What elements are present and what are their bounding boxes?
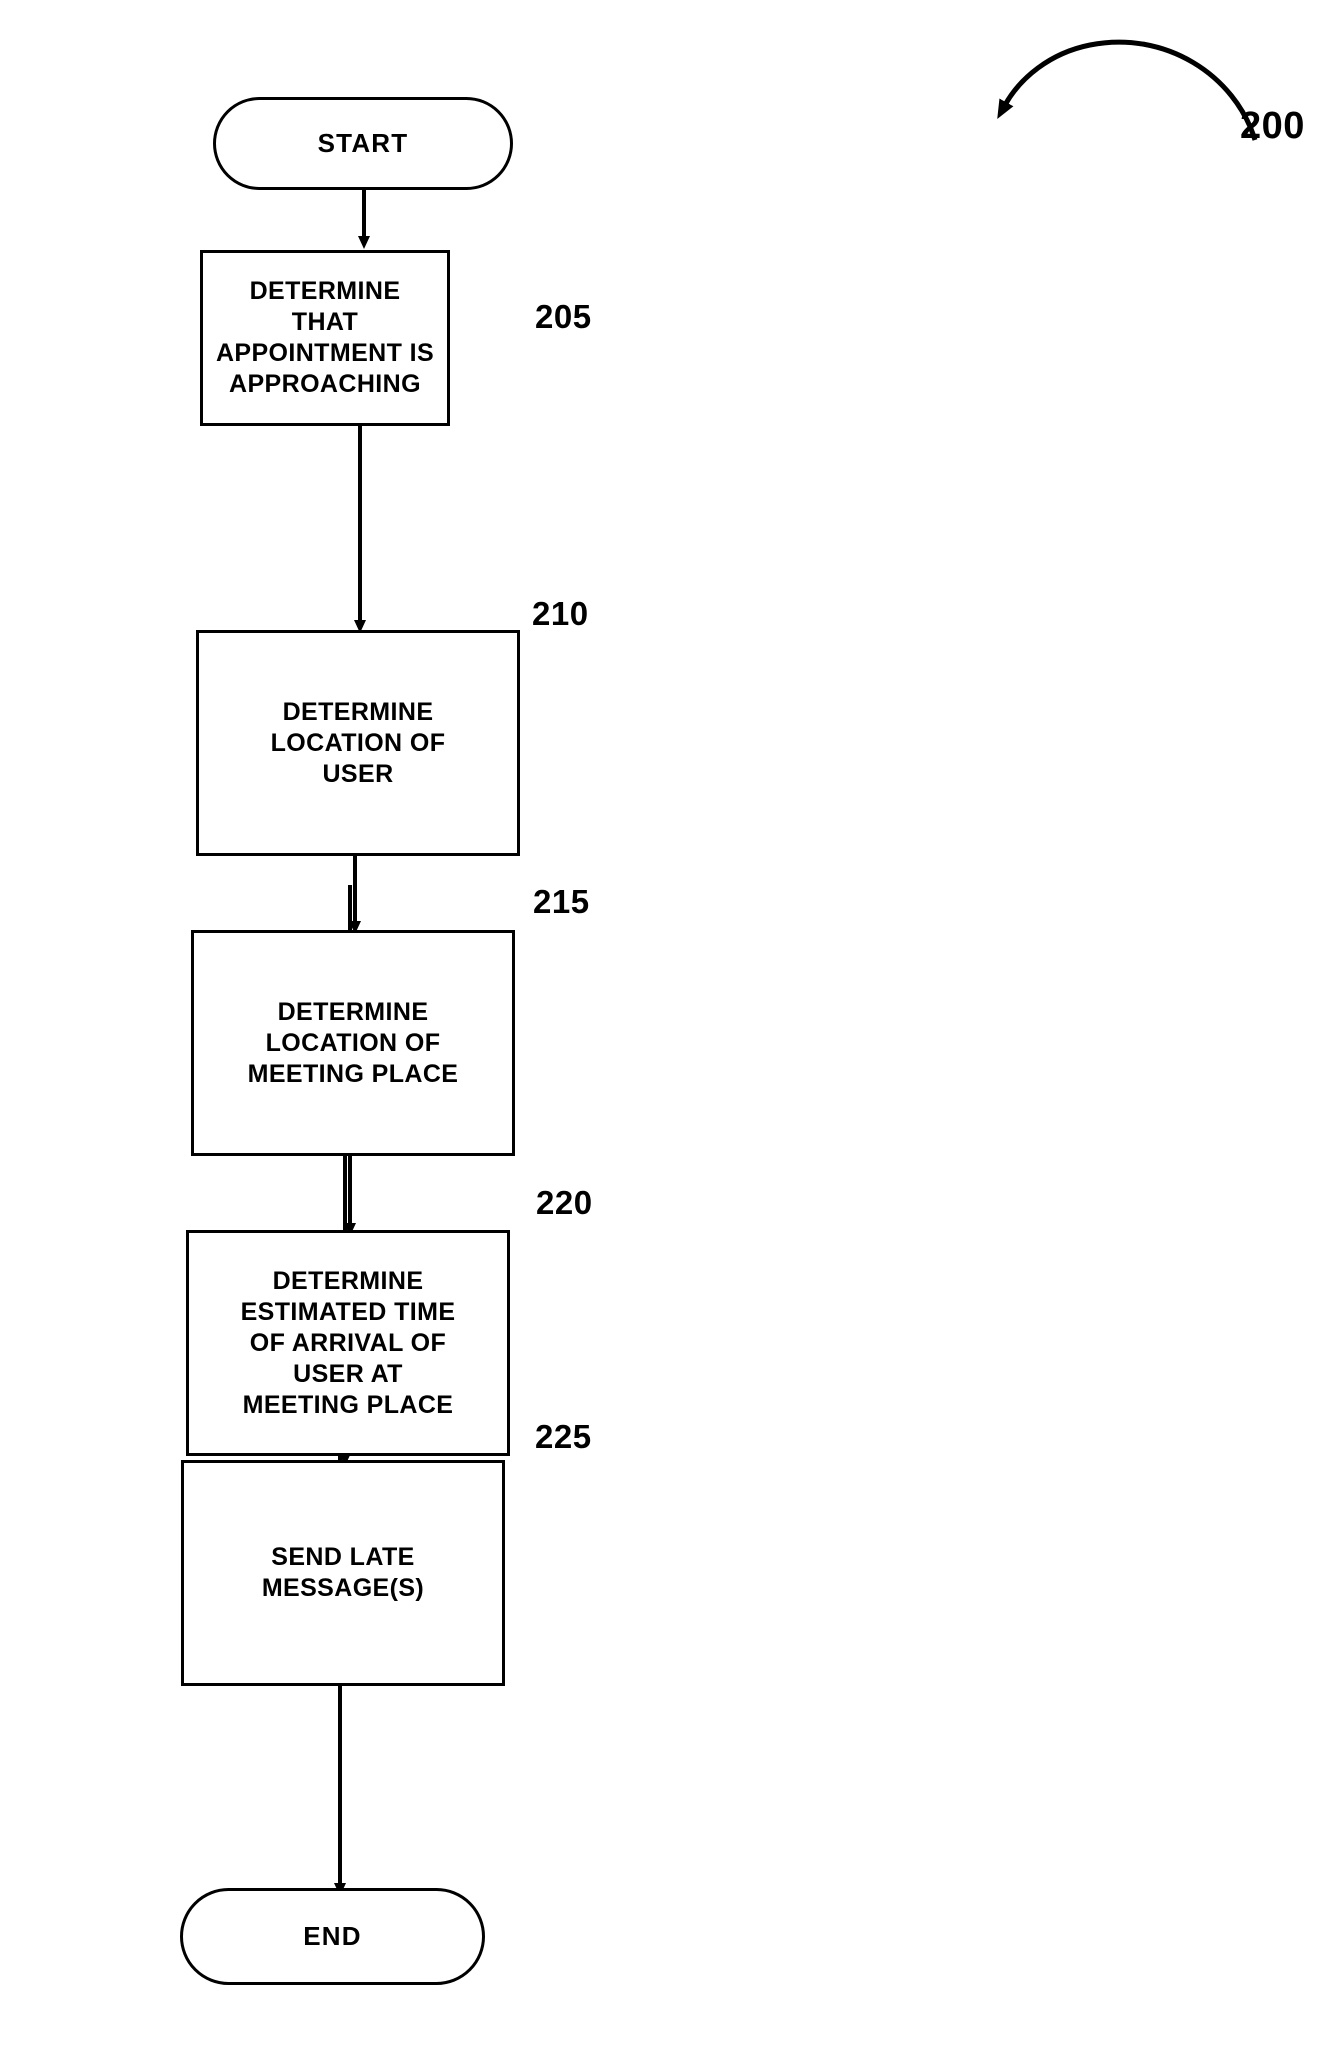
patent-figure-canvas: START DETERMINE THAT APPOINTMENT IS APPR… bbox=[0, 0, 1319, 2055]
flow-node-step-225[interactable]: SEND LATE MESSAGE(S) bbox=[181, 1460, 505, 1686]
reference-numeral-205: 205 bbox=[535, 298, 592, 335]
flow-node-end[interactable]: END bbox=[180, 1888, 485, 1985]
flow-node-step-205[interactable]: DETERMINE THAT APPOINTMENT IS APPROACHIN… bbox=[200, 250, 450, 426]
flow-node-step-210[interactable]: DETERMINE LOCATION OF USER bbox=[196, 630, 520, 856]
reference-numeral-210: 210 bbox=[532, 595, 589, 632]
reference-numeral-220: 220 bbox=[536, 1184, 593, 1221]
flow-node-step-210-label: DETERMINE LOCATION OF USER bbox=[270, 697, 446, 788]
flow-node-step-215-label: DETERMINE LOCATION OF MEETING PLACE bbox=[247, 997, 459, 1088]
flow-node-step-220-label: DETERMINE ESTIMATED TIME OF ARRIVAL OF U… bbox=[240, 1266, 456, 1419]
flow-node-step-225-label: SEND LATE MESSAGE(S) bbox=[261, 1543, 425, 1602]
flow-node-step-205-label: DETERMINE THAT APPOINTMENT IS APPROACHIN… bbox=[215, 277, 435, 398]
flow-node-step-220[interactable]: DETERMINE ESTIMATED TIME OF ARRIVAL OF U… bbox=[186, 1230, 510, 1456]
reference-numeral-215: 215 bbox=[533, 883, 590, 920]
flow-node-start-label: START bbox=[317, 128, 409, 158]
figure-reference-numeral-200: 200 bbox=[1240, 105, 1305, 147]
flow-node-start[interactable]: START bbox=[213, 97, 513, 190]
flow-node-step-215[interactable]: DETERMINE LOCATION OF MEETING PLACE bbox=[191, 930, 515, 1156]
flow-node-end-label: END bbox=[303, 1921, 362, 1951]
figure-callout-arrow bbox=[997, 39, 1258, 141]
reference-numeral-225: 225 bbox=[535, 1418, 592, 1455]
